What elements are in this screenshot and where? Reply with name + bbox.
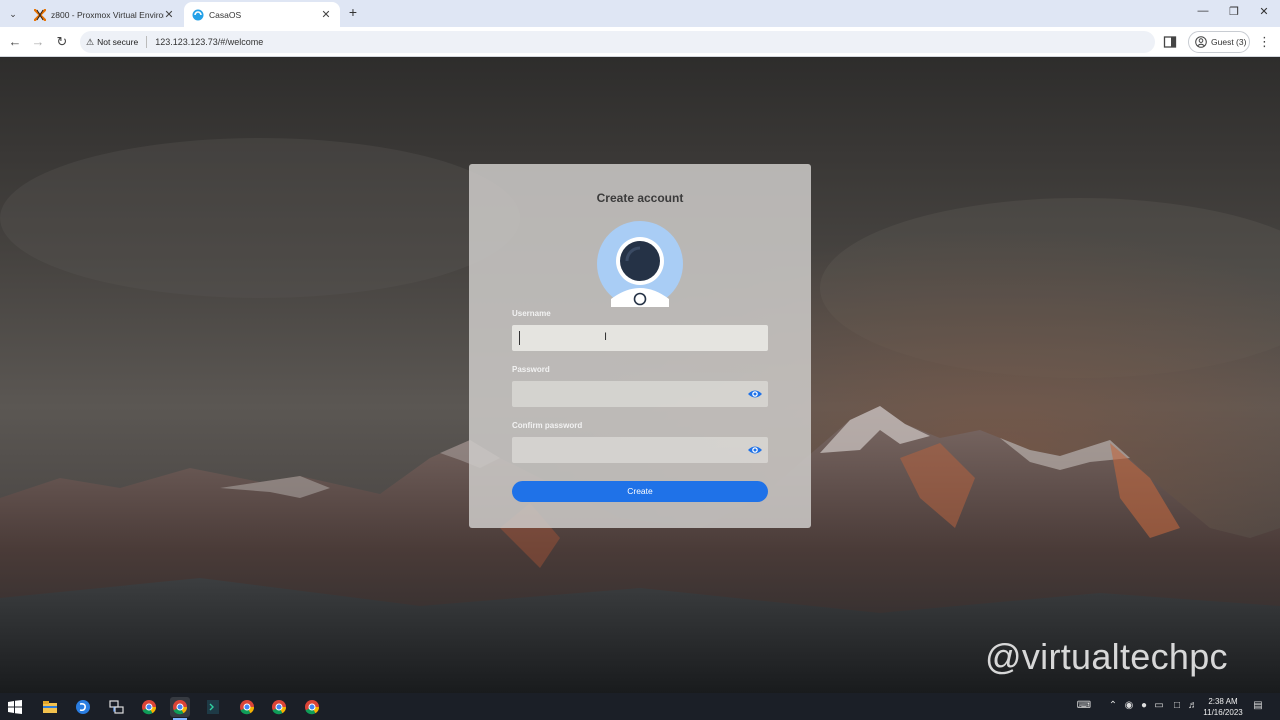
chrome-icon[interactable] bbox=[302, 697, 322, 717]
eye-icon[interactable] bbox=[747, 444, 763, 456]
casaos-icon bbox=[192, 9, 204, 20]
security-label[interactable]: Not secure bbox=[97, 37, 138, 47]
profile-label: Guest (3) bbox=[1211, 37, 1247, 47]
tab-casaos[interactable]: CasaOS ✕ bbox=[184, 2, 340, 27]
astronaut-icon bbox=[597, 221, 683, 307]
chrome-icon[interactable] bbox=[269, 697, 289, 717]
password-label: Password bbox=[512, 365, 550, 374]
tab-title: CasaOS bbox=[209, 9, 242, 20]
chrome-icon[interactable] bbox=[237, 697, 257, 717]
confirm-password-input[interactable] bbox=[512, 437, 768, 463]
page-title: Create account bbox=[596, 191, 684, 205]
text-caret bbox=[519, 331, 520, 345]
more-options-icon[interactable]: ⋮ bbox=[1258, 34, 1271, 50]
browser-toolbar: ← → ↻ ⚠ Not secure 123.123.123.73/#/welc… bbox=[0, 27, 1280, 57]
text-cursor-icon: I bbox=[604, 331, 608, 343]
close-window-button[interactable]: ✕ bbox=[1254, 5, 1274, 21]
minimize-button[interactable]: — bbox=[1193, 5, 1213, 21]
clock-date: 11/16/2023 bbox=[1203, 708, 1243, 717]
tab-proxmox[interactable]: z800 - Proxmox Virtual Environment ✕ bbox=[26, 2, 182, 27]
chrome-icon[interactable] bbox=[170, 697, 190, 720]
username-input[interactable]: I bbox=[512, 325, 768, 351]
browser-tabstrip: ⌄ z800 - Proxmox Virtual Environment ✕ C… bbox=[0, 0, 1280, 27]
password-input[interactable] bbox=[512, 381, 768, 407]
url-text[interactable]: 123.123.123.73/#/welcome bbox=[155, 37, 263, 47]
close-tab-icon[interactable]: ✕ bbox=[320, 8, 332, 21]
warning-icon[interactable]: ⚠ bbox=[86, 37, 94, 48]
clock-time: 2:38 AM bbox=[1208, 697, 1238, 706]
profile-button[interactable]: Guest (3) bbox=[1188, 31, 1250, 53]
taskbar: ⌨ ⌃ ◉ ● ▭ □ ♬ 2:38 AM 11/16/2023 ▤ bbox=[0, 693, 1280, 720]
page-viewport: Create account Username I Password Confi… bbox=[0, 58, 1280, 693]
watermark-text: @virtualtechpc bbox=[985, 636, 1228, 677]
tab-search-button[interactable]: ⌄ bbox=[4, 5, 22, 23]
side-panel-icon[interactable] bbox=[1163, 35, 1177, 49]
tab-title: z800 - Proxmox Virtual Environment bbox=[51, 9, 164, 20]
system-clock[interactable]: 2:38 AM 11/16/2023 bbox=[1200, 696, 1246, 718]
keyboard-icon[interactable]: ⌨ bbox=[1075, 700, 1093, 714]
create-button[interactable]: Create bbox=[512, 481, 768, 502]
network-icon[interactable] bbox=[106, 697, 126, 717]
display-icon[interactable]: ▭ bbox=[1153, 700, 1165, 714]
restore-button[interactable]: ❐ bbox=[1224, 5, 1244, 21]
proxmox-icon bbox=[34, 8, 46, 21]
address-bar[interactable]: ⚠ Not secure 123.123.123.73/#/welcome bbox=[80, 31, 1155, 53]
new-tab-button[interactable]: + bbox=[345, 4, 361, 22]
create-account-card: Create account Username I Password Confi… bbox=[469, 164, 811, 528]
address-divider bbox=[146, 36, 148, 48]
chrome-icon[interactable] bbox=[139, 697, 159, 717]
microphone-icon[interactable]: ● bbox=[1138, 700, 1150, 714]
tray-app-icon[interactable]: ◉ bbox=[1123, 700, 1135, 714]
start-icon[interactable] bbox=[8, 700, 22, 714]
network-status-icon[interactable]: □ bbox=[1170, 700, 1184, 714]
back-button[interactable]: ← bbox=[6, 33, 24, 51]
reload-button[interactable]: ↻ bbox=[53, 33, 71, 51]
person-icon bbox=[1195, 36, 1207, 48]
notifications-icon[interactable]: ▤ bbox=[1251, 700, 1265, 714]
volume-icon[interactable]: ♬ bbox=[1186, 700, 1200, 714]
chevron-up-icon[interactable]: ⌃ bbox=[1107, 700, 1119, 714]
confirm-password-label: Confirm password bbox=[512, 421, 583, 430]
close-tab-icon[interactable]: ✕ bbox=[164, 8, 174, 21]
terminal-icon[interactable] bbox=[203, 697, 223, 717]
eye-icon[interactable] bbox=[747, 388, 763, 400]
username-label: Username bbox=[512, 309, 551, 318]
app-icon[interactable] bbox=[73, 697, 93, 717]
file-explorer-icon[interactable] bbox=[40, 697, 60, 717]
forward-button[interactable]: → bbox=[29, 33, 47, 51]
